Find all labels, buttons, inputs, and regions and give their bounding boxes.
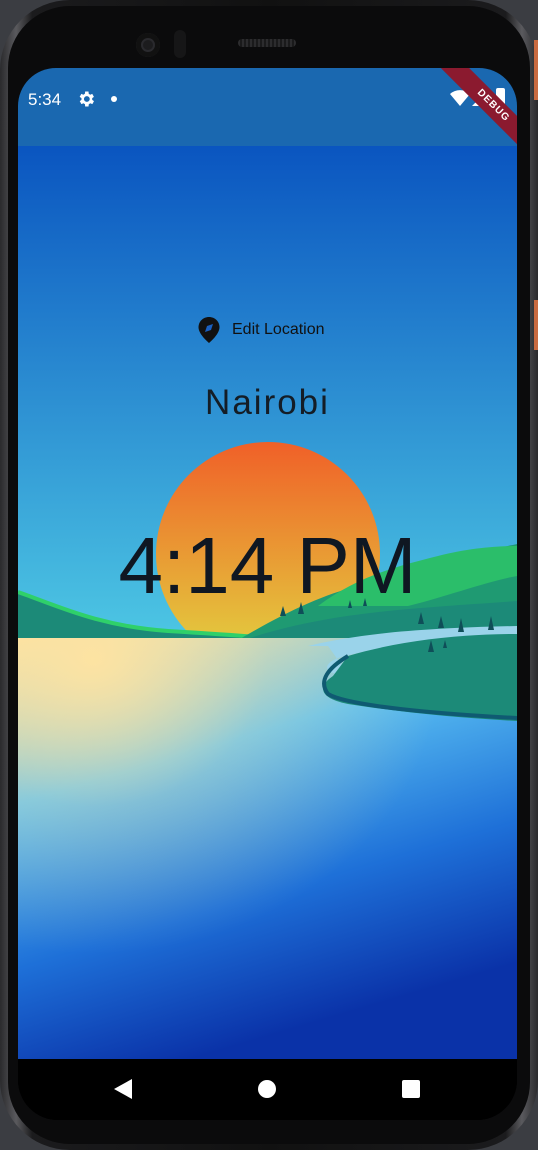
edit-location-label: Edit Location — [232, 321, 325, 338]
current-time: 4:14 PM — [118, 521, 417, 610]
side-edge — [534, 40, 538, 100]
home-icon[interactable] — [258, 1080, 276, 1098]
proximity-sensor — [174, 30, 186, 58]
recents-icon[interactable] — [402, 1080, 420, 1098]
notification-dot-icon — [111, 96, 117, 102]
earpiece-speaker — [238, 39, 296, 47]
edit-location-button[interactable]: Edit Location — [198, 316, 325, 344]
front-camera — [136, 33, 160, 57]
location-name: Nairobi — [205, 383, 330, 422]
status-bar: 5:34 DEBUG — [18, 68, 517, 167]
settings-icon — [79, 91, 94, 107]
phone-frame: 5:34 DEBUG Edit Location Nairobi 4:14 PM — [0, 0, 538, 1150]
app-content: Edit Location Nairobi 4:14 PM — [18, 146, 517, 1059]
status-time: 5:34 — [28, 90, 62, 109]
screen: 5:34 DEBUG Edit Location Nairobi 4:14 PM — [18, 68, 517, 1120]
location-pin-icon — [198, 317, 220, 343]
side-edge — [534, 300, 538, 350]
nav-bar — [18, 1059, 517, 1120]
back-icon[interactable] — [112, 1078, 134, 1100]
